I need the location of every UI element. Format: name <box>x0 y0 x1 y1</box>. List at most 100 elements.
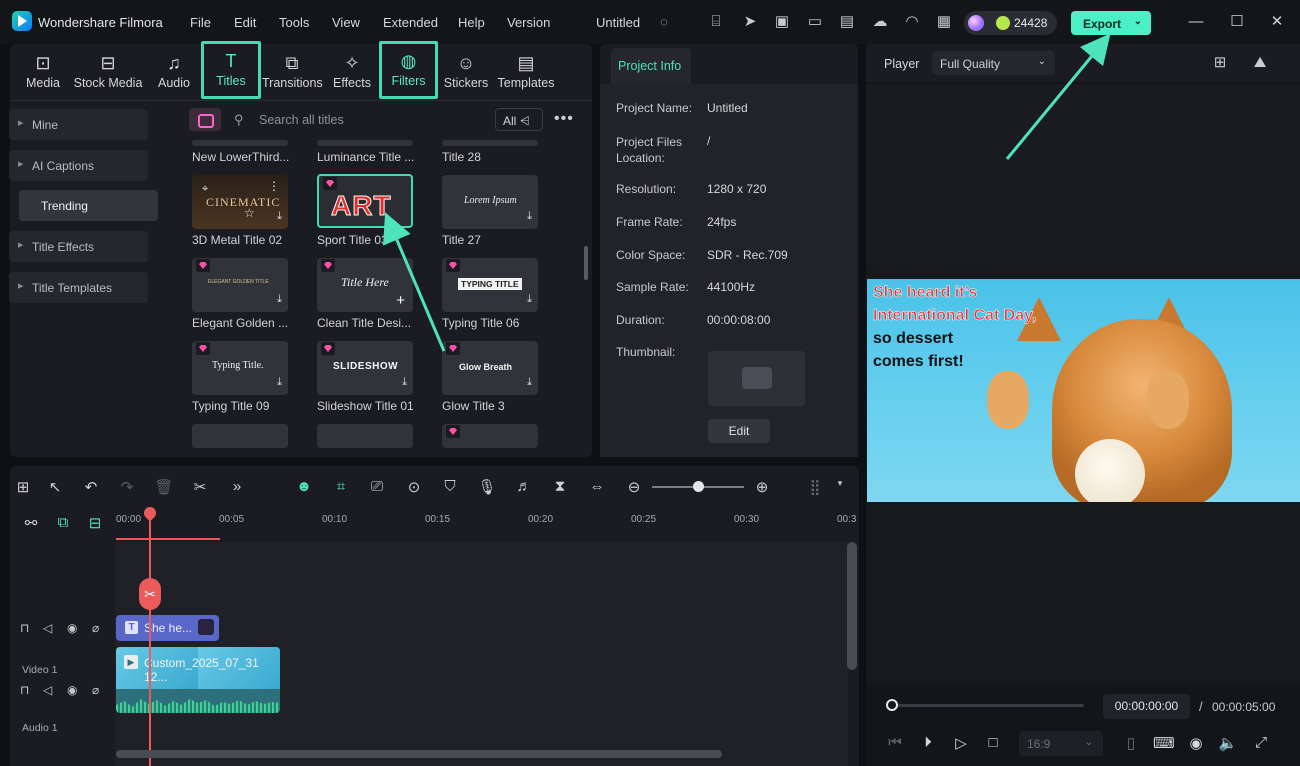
schedule-icon[interactable]: ▣ <box>772 12 792 32</box>
maximize-icon[interactable]: ☐ <box>1227 12 1247 32</box>
download-icon[interactable]: ⤓ <box>402 376 407 389</box>
sidebar-item-title-effects[interactable]: ▶ Title Effects <box>9 231 148 262</box>
title-thumbnail[interactable] <box>442 140 538 146</box>
tab-project-info[interactable]: Project Info <box>611 48 691 84</box>
star-icon[interactable]: ☆ <box>244 206 255 220</box>
playback-circle-icon[interactable]: ⊙ <box>403 478 425 496</box>
credits-badge[interactable]: 24428 <box>964 11 1057 35</box>
split-scissors-icon[interactable]: ✂ <box>189 478 211 496</box>
eye-icon[interactable]: ◉ <box>67 621 77 635</box>
export-button[interactable]: Export ⌄ <box>1071 11 1151 35</box>
previous-frame-icon[interactable]: ⏮ <box>885 734 905 751</box>
menu-extended[interactable]: Extended <box>383 15 438 30</box>
lock-icon[interactable]: ⊓ <box>20 683 29 697</box>
mark-in-icon[interactable]: ▯ <box>1121 734 1141 752</box>
menu-edit[interactable]: Edit <box>234 15 256 30</box>
link-clips-icon[interactable]: ⧉ <box>52 514 74 531</box>
sidebar-item-mine[interactable]: ▶ Mine <box>9 109 148 140</box>
save-icon[interactable]: ▤ <box>837 12 857 32</box>
title-thumbnail-sport[interactable]: ART <box>317 174 413 228</box>
hide-track-icon[interactable]: ⌀ <box>92 621 99 635</box>
minimize-icon[interactable]: — <box>1186 12 1206 32</box>
tab-audio[interactable]: ♫ Audio <box>154 48 194 100</box>
speaker-icon[interactable]: ◁ <box>43 621 52 635</box>
favorites-icon[interactable] <box>189 108 221 131</box>
tab-templates[interactable]: ▤ Templates <box>497 48 555 100</box>
title-thumbnail-slideshow[interactable]: SLIDESHOW ⤓ <box>317 341 413 395</box>
tab-media[interactable]: ⊡ Media <box>22 48 64 100</box>
menu-version[interactable]: Version <box>507 15 550 30</box>
send-icon[interactable]: ➤ <box>740 12 760 32</box>
download-icon[interactable]: ⤓ <box>527 293 532 306</box>
title-thumbnail-clean[interactable]: Title Here + <box>317 258 413 312</box>
playhead-split-button[interactable]: ✂ <box>139 578 161 610</box>
tab-transitions[interactable]: ⧉ Transitions <box>262 48 323 100</box>
download-icon[interactable]: ⤓ <box>527 210 532 223</box>
download-icon[interactable]: ⤓ <box>277 210 282 223</box>
audio-list-icon[interactable]: ♬ <box>513 478 535 495</box>
tab-filters[interactable]: ◍ Filters <box>379 41 438 99</box>
download-icon[interactable]: ⤓ <box>277 376 282 389</box>
title-clip[interactable]: T She he... <box>116 615 219 641</box>
select-tool-icon[interactable]: ↖ <box>44 478 66 496</box>
thumbnail-preview[interactable] <box>708 351 805 406</box>
timeline-horizontal-scrollbar[interactable] <box>116 750 722 758</box>
monitor-icon[interactable]: ⌨ <box>1153 734 1175 752</box>
title-thumbnail[interactable] <box>192 140 288 146</box>
seek-bar[interactable] <box>886 704 1084 707</box>
menu-view[interactable]: View <box>332 15 360 30</box>
title-thumbnail-title27[interactable]: Lorem Ipsum ⤓ <box>442 175 538 229</box>
headset-icon[interactable]: ◠ <box>902 12 922 32</box>
aspect-ratio-dropdown[interactable]: 16:9 ⌄ <box>1019 731 1103 756</box>
menu-file[interactable]: File <box>190 15 211 30</box>
seek-handle[interactable] <box>886 699 898 711</box>
unlink-icon[interactable]: ⚯ <box>20 514 42 532</box>
layout-icon[interactable]: ⊞ <box>12 478 34 496</box>
download-icon[interactable]: ⤓ <box>527 376 532 389</box>
play-icon[interactable]: ▷ <box>951 734 971 752</box>
delete-icon[interactable]: 🗑 <box>153 478 175 496</box>
gift-icon[interactable]: ⌸ <box>706 12 726 32</box>
video-preview[interactable]: She heard it’s International Cat Day, so… <box>867 279 1300 502</box>
chevron-down-icon[interactable]: ▾ <box>829 478 851 489</box>
speaker-icon[interactable]: ◁ <box>43 683 52 697</box>
redo-icon[interactable]: ↷ <box>116 478 138 496</box>
undo-icon[interactable]: ↶ <box>80 478 102 496</box>
stop-icon[interactable]: □ <box>983 734 1003 751</box>
title-thumbnail[interactable] <box>317 140 413 146</box>
title-thumbnail[interactable] <box>192 424 288 448</box>
image-snapshot-icon[interactable]: ⛰ <box>1250 53 1270 73</box>
microphone-icon[interactable]: 🎙 <box>476 478 498 496</box>
screen-icon[interactable]: ▭ <box>805 12 825 32</box>
more-options-icon[interactable]: ••• <box>554 110 574 128</box>
current-timecode[interactable]: 00:00:00:00 <box>1103 694 1190 719</box>
menu-help[interactable]: Help <box>458 15 485 30</box>
snap-icon[interactable]: ⌗ <box>330 478 352 495</box>
title-thumbnail[interactable] <box>317 424 413 448</box>
video-clip[interactable]: ▶ Custom_2025_07_31 12... <box>116 647 280 713</box>
quality-dropdown[interactable]: Full Quality ⌄ <box>932 51 1055 75</box>
title-thumbnail-glow[interactable]: Glow Breath ⤓ <box>442 341 538 395</box>
camera-record-icon[interactable]: ⎚ <box>366 478 388 495</box>
title-thumbnail-3d-metal[interactable]: CINEMATIC ⌖ ⋮ ☆ ⤓ <box>192 175 288 229</box>
fit-timeline-icon[interactable]: ⇔ <box>586 478 608 495</box>
tab-stickers[interactable]: ☺ Stickers <box>443 48 489 100</box>
volume-icon[interactable]: 🔈 <box>1218 734 1238 752</box>
zoom-in-icon[interactable]: ⊕ <box>751 478 773 496</box>
kebab-menu-icon[interactable]: ⋮ <box>268 179 280 193</box>
shield-icon[interactable]: ⛉ <box>439 478 461 495</box>
sidebar-item-ai-captions[interactable]: ▶ AI Captions <box>9 150 148 181</box>
sidebar-item-trending[interactable]: Trending <box>19 190 158 221</box>
tab-stock-media[interactable]: ⊟ Stock Media <box>72 48 144 100</box>
lock-icon[interactable]: ⊓ <box>20 621 29 635</box>
library-scrollbar[interactable] <box>584 246 588 280</box>
title-thumbnail-elegant-golden[interactable]: ELEGANT GOLDEN TITLE ⤓ <box>192 258 288 312</box>
tab-effects[interactable]: ✧ Effects <box>330 48 374 100</box>
drag-handle-icon[interactable]: ⣿ <box>804 478 826 496</box>
fullscreen-icon[interactable]: ⤢ <box>1251 734 1271 751</box>
edit-thumbnail-button[interactable]: Edit <box>708 419 770 443</box>
clip-speed-icon[interactable]: ⧗ <box>549 478 571 495</box>
tab-titles[interactable]: T Titles <box>201 41 261 99</box>
step-forward-icon[interactable]: ⏵ <box>918 734 938 751</box>
add-icon[interactable]: + <box>396 292 405 309</box>
